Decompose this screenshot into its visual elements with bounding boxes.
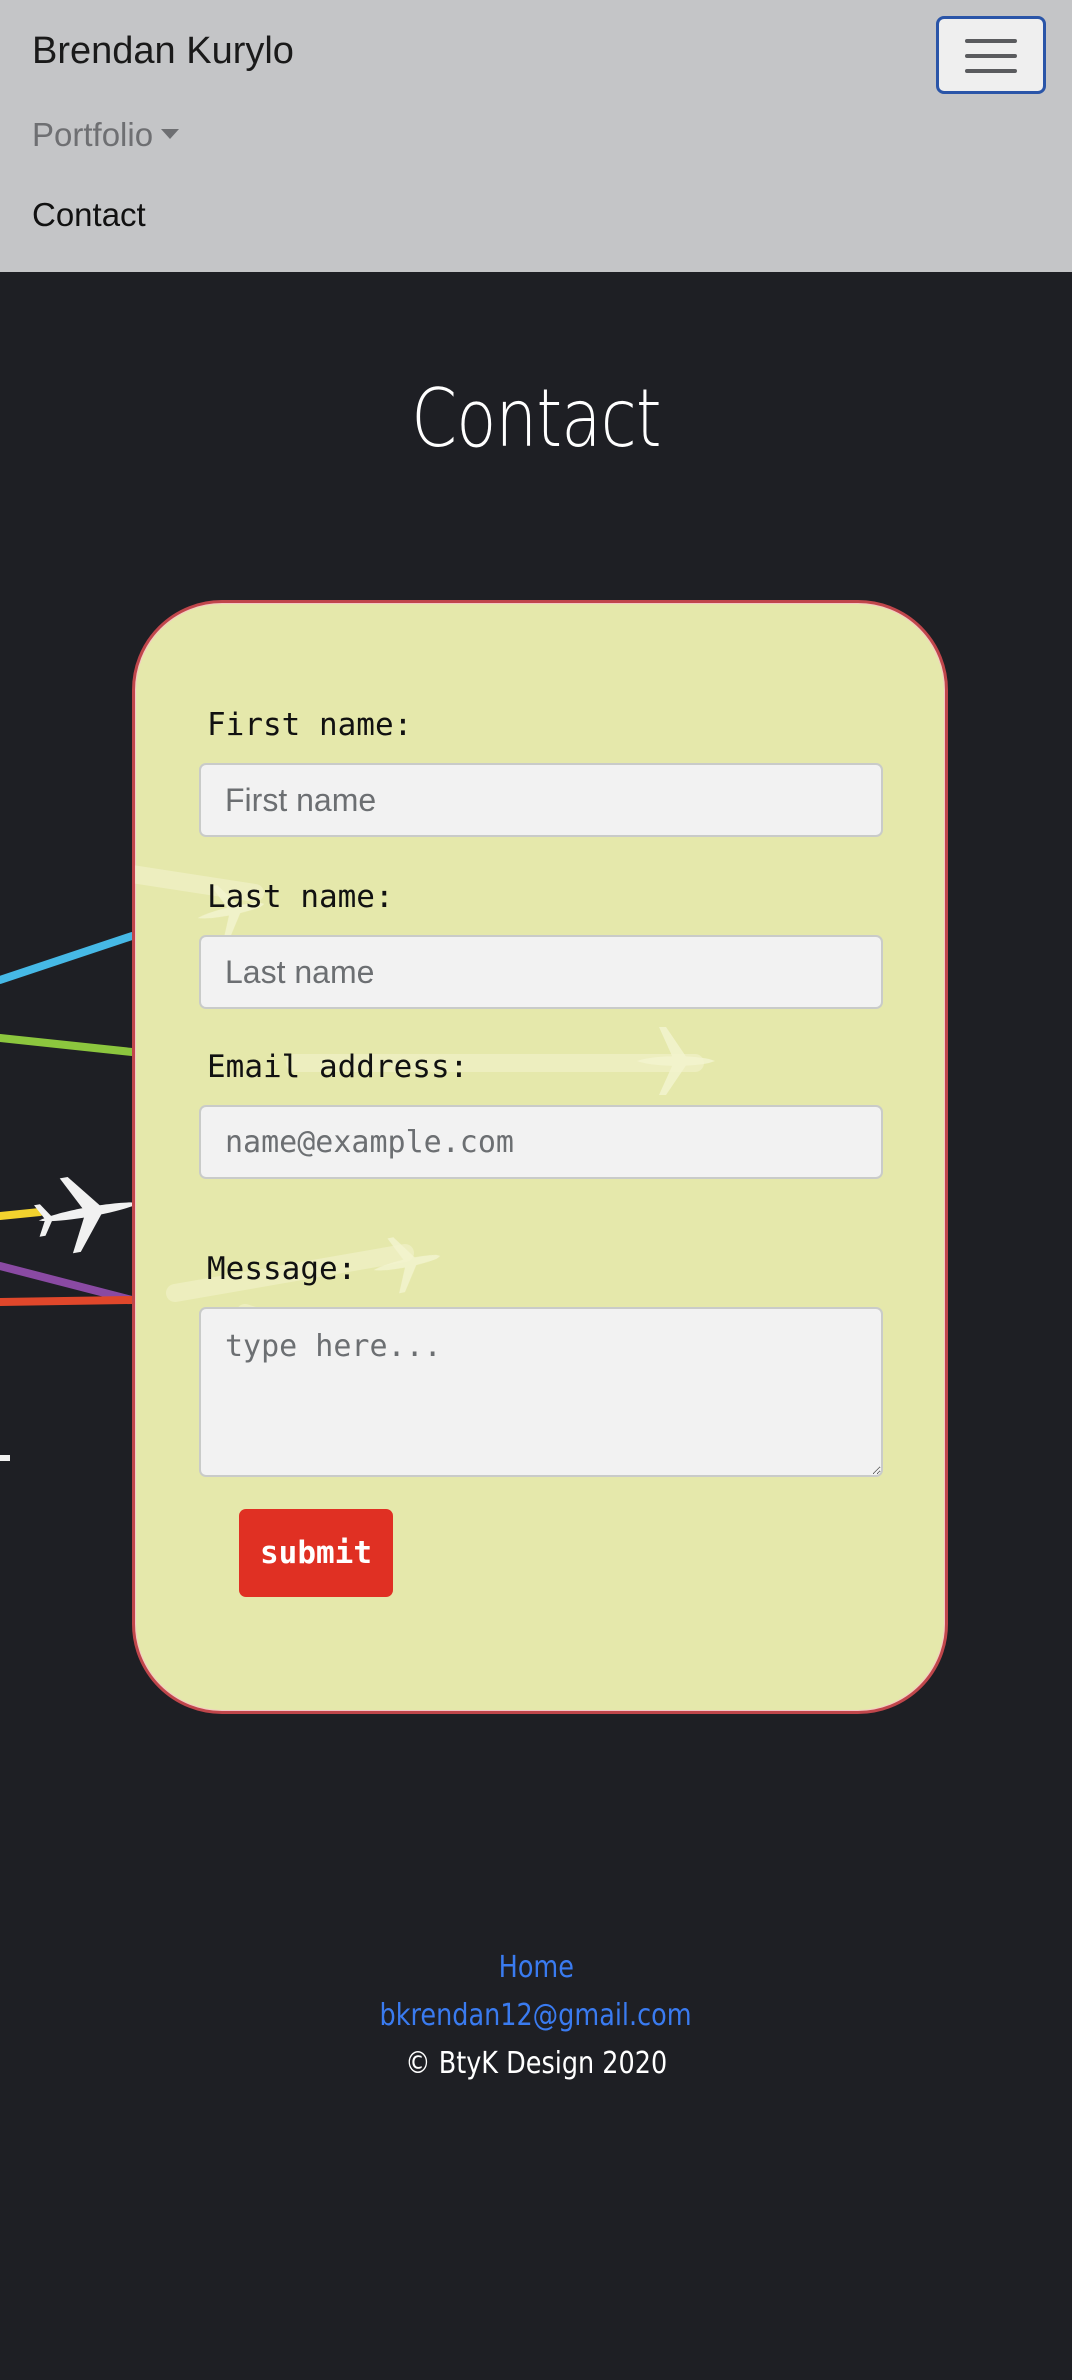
email-input[interactable]: [199, 1105, 883, 1179]
footer-copyright-row: © BtyK Design 2020: [0, 2046, 1072, 2081]
caret-down-icon: [161, 129, 180, 140]
contact-form-card: First name: Last name: Email address: Me…: [132, 600, 948, 1714]
last-name-label: Last name:: [207, 879, 394, 915]
footer-email-link[interactable]: bkrendan12@gmail.com: [380, 1998, 692, 2033]
footer-email-row: bkrendan12@gmail.com: [0, 1998, 1072, 2033]
navbar-toggler-button[interactable]: [936, 16, 1046, 94]
airplane-icon: [0, 1455, 10, 1461]
navbar: Brendan Kurylo Portfolio Contact: [0, 0, 1072, 272]
nav-item-label: Portfolio: [32, 116, 154, 153]
page-title: Contact: [411, 372, 661, 465]
first-name-label: First name:: [207, 707, 413, 743]
message-label: Message:: [207, 1251, 357, 1287]
submit-button[interactable]: submit: [239, 1509, 393, 1597]
navbar-brand[interactable]: Brendan Kurylo: [32, 30, 294, 73]
nav-item-contact[interactable]: Contact: [32, 196, 146, 234]
first-name-input[interactable]: [199, 763, 883, 837]
footer-copyright: © BtyK Design 2020: [404, 2046, 668, 2081]
airplane-streaks-decoration: [0, 932, 138, 1461]
message-textarea[interactable]: [199, 1307, 883, 1477]
email-label: Email address:: [207, 1049, 469, 1085]
footer-home-link[interactable]: Home: [498, 1950, 573, 1985]
footer-home-row: Home: [0, 1950, 1072, 1985]
last-name-input[interactable]: [199, 935, 883, 1009]
hamburger-icon: [965, 39, 1017, 43]
nav-item-portfolio[interactable]: Portfolio: [32, 116, 180, 154]
airplane-icon: [34, 1177, 138, 1254]
